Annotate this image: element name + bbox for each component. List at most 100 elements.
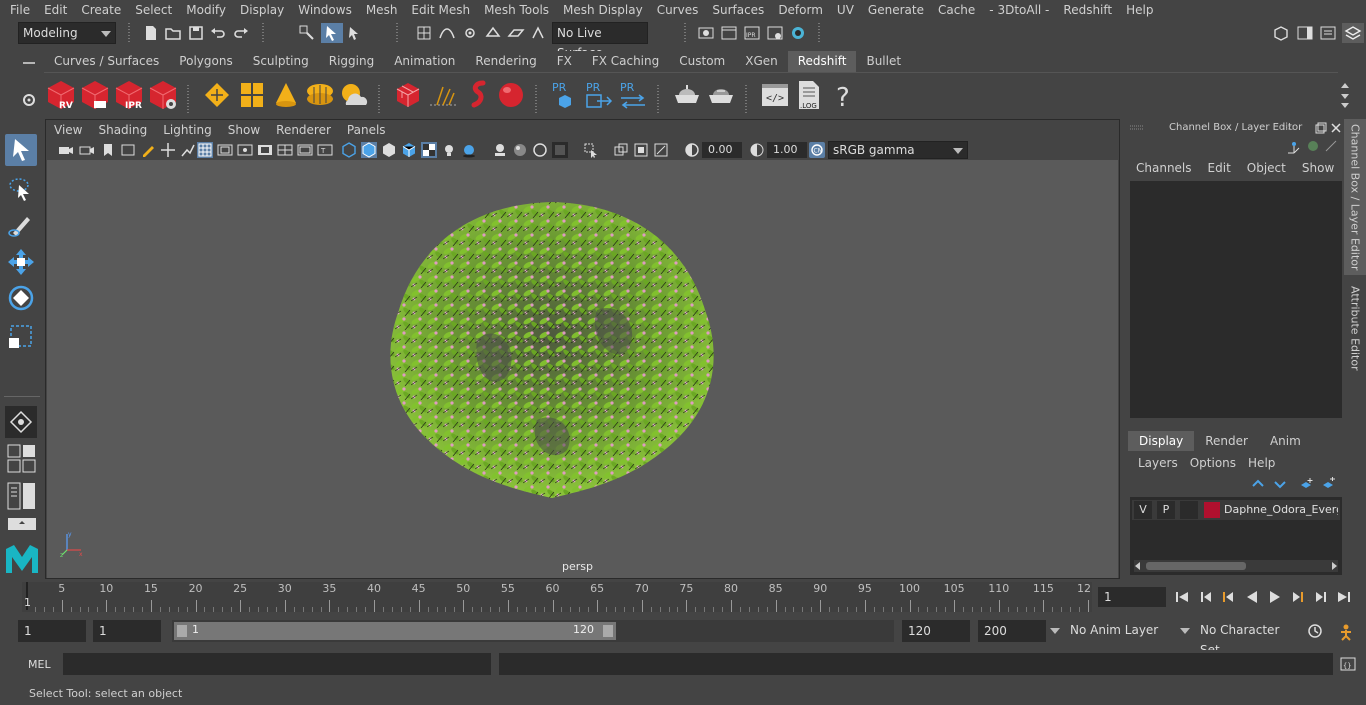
- select-camera-icon[interactable]: [58, 142, 74, 158]
- redshift-sun-sky-icon[interactable]: [338, 79, 370, 111]
- hypershade-icon[interactable]: [789, 24, 807, 42]
- layer-tab-anim[interactable]: Anim: [1259, 431, 1312, 451]
- workspace-icon[interactable]: [1272, 24, 1290, 42]
- field-chart-icon[interactable]: [277, 142, 293, 158]
- redshift-help-icon[interactable]: ?: [827, 79, 859, 111]
- scroll-right-icon[interactable]: [1330, 561, 1338, 571]
- scene-start-field[interactable]: 1: [18, 620, 86, 642]
- redshift-shader-icon[interactable]: [705, 79, 737, 111]
- mode-selector[interactable]: Modeling: [18, 22, 116, 44]
- snap-view-icon[interactable]: [484, 24, 502, 42]
- shelf-tab-fx[interactable]: FX: [546, 51, 582, 72]
- live-surface-field[interactable]: No Live Surface: [552, 22, 648, 60]
- menu-redshift[interactable]: Redshift: [1056, 0, 1119, 20]
- grease-pencil-icon[interactable]: [140, 142, 156, 158]
- layer-tab-render[interactable]: Render: [1194, 431, 1259, 451]
- ipr-render-icon[interactable]: IPR: [743, 24, 761, 42]
- scroll-left-icon[interactable]: [1134, 561, 1142, 571]
- layer-menu-options[interactable]: Options: [1184, 453, 1242, 473]
- layer-tab-display[interactable]: Display: [1128, 431, 1195, 451]
- render-view-icon[interactable]: [697, 24, 715, 42]
- select-hierarchy-icon[interactable]: [298, 24, 316, 42]
- motion-blur-icon[interactable]: [653, 142, 669, 158]
- menu-select[interactable]: Select: [128, 0, 179, 20]
- viewport-menu-view[interactable]: View: [46, 120, 90, 140]
- color-management-icon[interactable]: CM: [809, 142, 825, 158]
- multisample-icon[interactable]: [613, 142, 629, 158]
- scale-tool-icon[interactable]: [5, 320, 37, 352]
- go-to-start-icon[interactable]: [1174, 589, 1190, 605]
- menu-create[interactable]: Create: [74, 0, 128, 20]
- maya-logo-icon[interactable]: [4, 543, 40, 575]
- redshift-log-icon[interactable]: .LOG: [793, 79, 825, 111]
- toggle-sidebar-icon[interactable]: [1296, 24, 1314, 42]
- menu-windows[interactable]: Windows: [291, 0, 359, 20]
- snap-live-icon[interactable]: [530, 24, 548, 42]
- shelf-tab-bullet[interactable]: Bullet: [856, 51, 912, 72]
- layer-row[interactable]: V P Daphne_Odora_Evergreen: [1132, 500, 1340, 520]
- select-tool-icon[interactable]: [5, 134, 37, 166]
- redshift-area-light-icon[interactable]: [201, 79, 233, 111]
- move-layer-up-icon[interactable]: [1250, 476, 1266, 492]
- screen-space-ao-icon[interactable]: [633, 142, 649, 158]
- layer-scrollbar[interactable]: [1134, 560, 1338, 572]
- safe-action-icon[interactable]: [297, 142, 313, 158]
- menu-curves[interactable]: Curves: [650, 0, 706, 20]
- redshift-volume-icon[interactable]: [427, 79, 459, 111]
- step-forward-key-icon[interactable]: [1313, 589, 1329, 605]
- anim-layer-dropdown[interactable]: No Anim Layer: [1050, 620, 1176, 642]
- tab-channel-box[interactable]: Channel Box / Layer Editor: [1344, 119, 1366, 275]
- tab-attribute-editor[interactable]: Attribute Editor: [1344, 283, 1366, 373]
- redshift-hair-icon[interactable]: [461, 79, 493, 111]
- gate-mask-icon[interactable]: [257, 142, 273, 158]
- redshift-ipr-icon[interactable]: IPR: [113, 79, 145, 111]
- float-panel-icon[interactable]: [1315, 122, 1327, 134]
- menu-display[interactable]: Display: [233, 0, 291, 20]
- xray-icon[interactable]: [512, 142, 528, 158]
- range-end-grip[interactable]: [603, 625, 613, 637]
- shelf-tab-polygons[interactable]: Polygons: [169, 51, 243, 72]
- safe-title-icon[interactable]: T: [317, 142, 333, 158]
- menu-cache[interactable]: Cache: [931, 0, 982, 20]
- menu-3dtoall[interactable]: - 3DtoAll -: [982, 0, 1056, 20]
- step-back-key-icon[interactable]: [1198, 589, 1214, 605]
- render-settings-icon[interactable]: [766, 24, 784, 42]
- bookmark-icon[interactable]: [100, 142, 116, 158]
- redshift-proxy-icon[interactable]: [392, 79, 424, 111]
- shadows-icon[interactable]: [461, 142, 477, 158]
- color-space-dropdown[interactable]: sRGB gamma: [828, 141, 968, 159]
- shelf-tab-sculpting[interactable]: Sculpting: [242, 51, 319, 72]
- step-forward-frame-icon[interactable]: [1290, 589, 1306, 605]
- shelf-tab-redshift[interactable]: Redshift: [787, 51, 857, 72]
- wireframe-icon[interactable]: [341, 142, 357, 158]
- layer-reference-toggle[interactable]: [1180, 501, 1198, 519]
- menu-file[interactable]: File: [0, 0, 37, 20]
- save-scene-icon[interactable]: [187, 24, 205, 42]
- play-backward-icon[interactable]: [1244, 589, 1260, 605]
- speed-icon[interactable]: [1306, 139, 1320, 153]
- snap-curve-icon[interactable]: [438, 24, 456, 42]
- last-tool-icon[interactable]: [5, 406, 37, 438]
- use-all-lights-icon[interactable]: [441, 142, 457, 158]
- command-input[interactable]: [63, 653, 491, 675]
- time-slider-track[interactable]: 1 5 10 15 20 25 30 35 40 45 50 55 60 65 70 75 80 85 90 95 1…: [22, 582, 1092, 612]
- new-layer-selected-icon[interactable]: [1320, 476, 1336, 492]
- menu-uv[interactable]: UV: [830, 0, 861, 20]
- single-pane-layout-icon[interactable]: [7, 517, 37, 531]
- snap-point-icon[interactable]: [461, 24, 479, 42]
- current-frame-field[interactable]: 1: [1098, 587, 1166, 607]
- menu-help[interactable]: Help: [1119, 0, 1160, 20]
- new-layer-icon[interactable]: [1298, 476, 1314, 492]
- viewport-menu-panels[interactable]: Panels: [339, 120, 394, 140]
- shelf-tab-animation[interactable]: Animation: [384, 51, 466, 72]
- layer-menu-layers[interactable]: Layers: [1128, 453, 1184, 473]
- move-tool-icon[interactable]: [5, 246, 37, 278]
- lasso-tool-icon[interactable]: [5, 173, 37, 205]
- viewport-menu-renderer[interactable]: Renderer: [268, 120, 339, 140]
- xray-active-icon[interactable]: [532, 142, 548, 158]
- redshift-portal-light-icon[interactable]: [236, 79, 268, 111]
- resolution-gate-icon[interactable]: [237, 142, 253, 158]
- 2d-pan-zoom-icon[interactable]: [160, 142, 176, 158]
- paint-select-tool-icon[interactable]: [5, 209, 37, 241]
- character-set-dropdown[interactable]: No Character Set: [1180, 620, 1300, 657]
